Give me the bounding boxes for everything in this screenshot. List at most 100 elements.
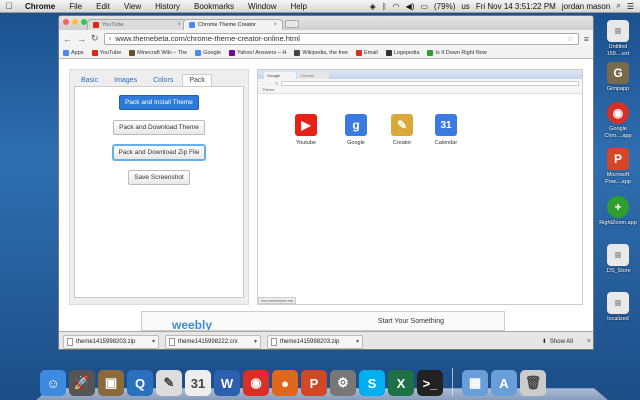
spotlight-icon[interactable]: ⌕	[616, 1, 620, 11]
close-window-button[interactable]	[63, 19, 69, 25]
wifi-icon[interactable]: ◠	[393, 2, 400, 11]
skype-icon[interactable]: S	[359, 370, 385, 396]
volume-icon[interactable]: ◀)	[406, 2, 415, 11]
desktop-item[interactable]: ≡ localized	[598, 292, 638, 323]
desktop-item[interactable]: ◉ Google Chro....app	[598, 102, 638, 139]
bookmark-is-it-down[interactable]: Is It Down Right Now	[427, 49, 487, 56]
logopedia-icon	[385, 49, 392, 56]
bookmark-logopedia[interactable]: Logopedia	[385, 49, 419, 56]
bookmark-apps[interactable]: Apps	[63, 49, 84, 56]
download-item[interactable]: theme1415998222.crx ▾	[165, 334, 261, 349]
bookmark-youtube[interactable]: YouTube	[91, 49, 121, 56]
bookmark-wikipedia[interactable]: Wikipedia, the free	[294, 49, 348, 56]
preview-ntp: ▶ Youtube g Google ✎ Creator 31 Calendar…	[258, 94, 582, 304]
desktop-item[interactable]: ≡ .DS_Store	[598, 244, 638, 275]
bookmark-minecraft-wiki[interactable]: Minecraft Wiki – The	[129, 49, 187, 56]
address-bar-url[interactable]: www.themebeta.com/chrome-theme-creator-o…	[115, 34, 300, 43]
chrome-icon[interactable]: ◉	[243, 370, 269, 396]
preview-reload-icon: ↻	[275, 80, 279, 86]
menu-file[interactable]: File	[62, 2, 89, 11]
ad-logo: weebly	[172, 318, 213, 331]
desktop-item-label: Gimpapp	[606, 86, 630, 92]
save-screenshot-button[interactable]: Save Screenshot	[128, 170, 190, 185]
zip-file-icon	[271, 337, 277, 346]
download-menu-icon[interactable]: ▾	[254, 338, 257, 345]
forward-icon[interactable]: →	[77, 34, 86, 44]
tab-pack[interactable]: Pack	[182, 74, 212, 86]
bookmark-email[interactable]: Email	[355, 49, 378, 56]
bookmark-label: Wikipedia, the free	[302, 49, 348, 56]
close-tab-icon[interactable]: ×	[177, 22, 181, 28]
tab-basic[interactable]: Basic	[74, 74, 105, 86]
menubar-user[interactable]: jordan mason	[562, 2, 610, 11]
textedit-icon[interactable]: ✎	[156, 370, 182, 396]
bookmarks-bar: Apps YouTube Minecraft Wiki – The Google…	[59, 47, 593, 59]
menu-app-name[interactable]: Chrome	[18, 2, 62, 11]
terminal-icon[interactable]: >_	[417, 370, 443, 396]
tab-colors[interactable]: Colors	[146, 74, 180, 86]
desktop-item[interactable]: P Microsoft Pow....app	[598, 148, 638, 185]
firefox-icon[interactable]: ●	[272, 370, 298, 396]
battery-icon[interactable]: ▭	[420, 2, 428, 11]
menu-bookmarks[interactable]: Bookmarks	[187, 2, 241, 11]
applications-stack-icon[interactable]: A	[491, 370, 517, 396]
bookmark-yahoo-answers[interactable]: Yahoo! Answers – H	[228, 49, 286, 56]
download-item[interactable]: theme1415998203.zip ▾	[63, 334, 159, 349]
download-item[interactable]: theme1415998203.zip ▾	[267, 334, 363, 349]
yahoo-icon	[228, 49, 235, 56]
launchpad-icon[interactable]: 🚀	[69, 370, 95, 396]
powerpoint-icon[interactable]: P	[301, 370, 327, 396]
back-icon[interactable]: ←	[63, 34, 72, 44]
zoom-window-button[interactable]	[81, 19, 87, 25]
ad-banner[interactable]: weebly Start Your Something	[141, 311, 505, 331]
menubar-clock[interactable]: Fri Nov 14 3:51:22 PM	[476, 2, 556, 11]
bookmark-star-icon[interactable]: ☆	[567, 34, 574, 43]
excel-icon[interactable]: X	[388, 370, 414, 396]
menu-history[interactable]: History	[148, 2, 187, 11]
minimize-window-button[interactable]	[72, 19, 78, 25]
system-preferences-icon[interactable]: ⚙	[330, 370, 356, 396]
tab-youtube[interactable]: YouTube ×	[87, 19, 187, 30]
desktop-item-label: Microsoft Pow....app	[605, 172, 631, 185]
preview-address-bar	[281, 80, 579, 86]
pack-zip-button[interactable]: Pack and Download Zip File	[112, 145, 206, 160]
reload-icon[interactable]: ↻	[91, 33, 99, 44]
trash-icon[interactable]: 🗑	[520, 370, 546, 396]
close-shelf-icon[interactable]: ×	[587, 338, 591, 345]
ical-icon[interactable]: 31	[185, 370, 211, 396]
bluetooth-icon[interactable]: ᛒ	[382, 2, 387, 11]
quicktime-icon[interactable]: Q	[127, 370, 153, 396]
apple-menu-icon[interactable]: 	[0, 1, 18, 11]
word-icon[interactable]: W	[214, 370, 240, 396]
google-icon: g	[345, 114, 367, 136]
address-bar[interactable]: ▫ www.themebeta.com/chrome-theme-creator…	[103, 32, 579, 45]
desktop-item[interactable]: ≡ Untitled 159....ext	[598, 20, 638, 57]
menu-help[interactable]: Help	[283, 2, 313, 11]
dropbox-icon[interactable]: ◈	[370, 2, 376, 11]
download-menu-icon[interactable]: ▾	[152, 338, 155, 345]
pack-download-button[interactable]: Pack and Download Theme	[113, 120, 205, 135]
desktop-item[interactable]: + RightZoom.app	[598, 196, 638, 227]
preview-icon[interactable]: ▣	[98, 370, 124, 396]
preview-back-icon: ←	[261, 80, 265, 86]
pack-install-button[interactable]: Pack and Install Theme	[119, 95, 199, 110]
input-language[interactable]: us	[461, 2, 469, 11]
chrome-menu-icon[interactable]: ≡	[584, 34, 589, 44]
close-tab-icon[interactable]: ×	[273, 22, 277, 28]
tab-images[interactable]: Images	[107, 74, 144, 86]
menu-view[interactable]: View	[117, 2, 148, 11]
preview-tab: Chrome	[297, 72, 329, 79]
tab-chrome-theme-creator[interactable]: Chrome Theme Creator ×	[183, 19, 283, 30]
bookmark-google[interactable]: Google	[195, 49, 221, 56]
menu-edit[interactable]: Edit	[89, 2, 117, 11]
show-all-downloads[interactable]: ⬇ Show All	[542, 338, 573, 346]
finder-icon[interactable]: ☺	[40, 370, 66, 396]
notifications-icon[interactable]: ☰	[627, 2, 634, 11]
downloads-stack-icon[interactable]: ▦	[462, 370, 488, 396]
themebeta-favicon-icon	[189, 22, 195, 28]
desktop-item[interactable]: G Gimpapp	[598, 62, 638, 93]
download-menu-icon[interactable]: ▾	[356, 338, 359, 345]
menu-window[interactable]: Window	[241, 2, 283, 11]
new-tab-button[interactable]	[285, 20, 299, 28]
paint-palette-icon: ✎	[391, 114, 413, 136]
